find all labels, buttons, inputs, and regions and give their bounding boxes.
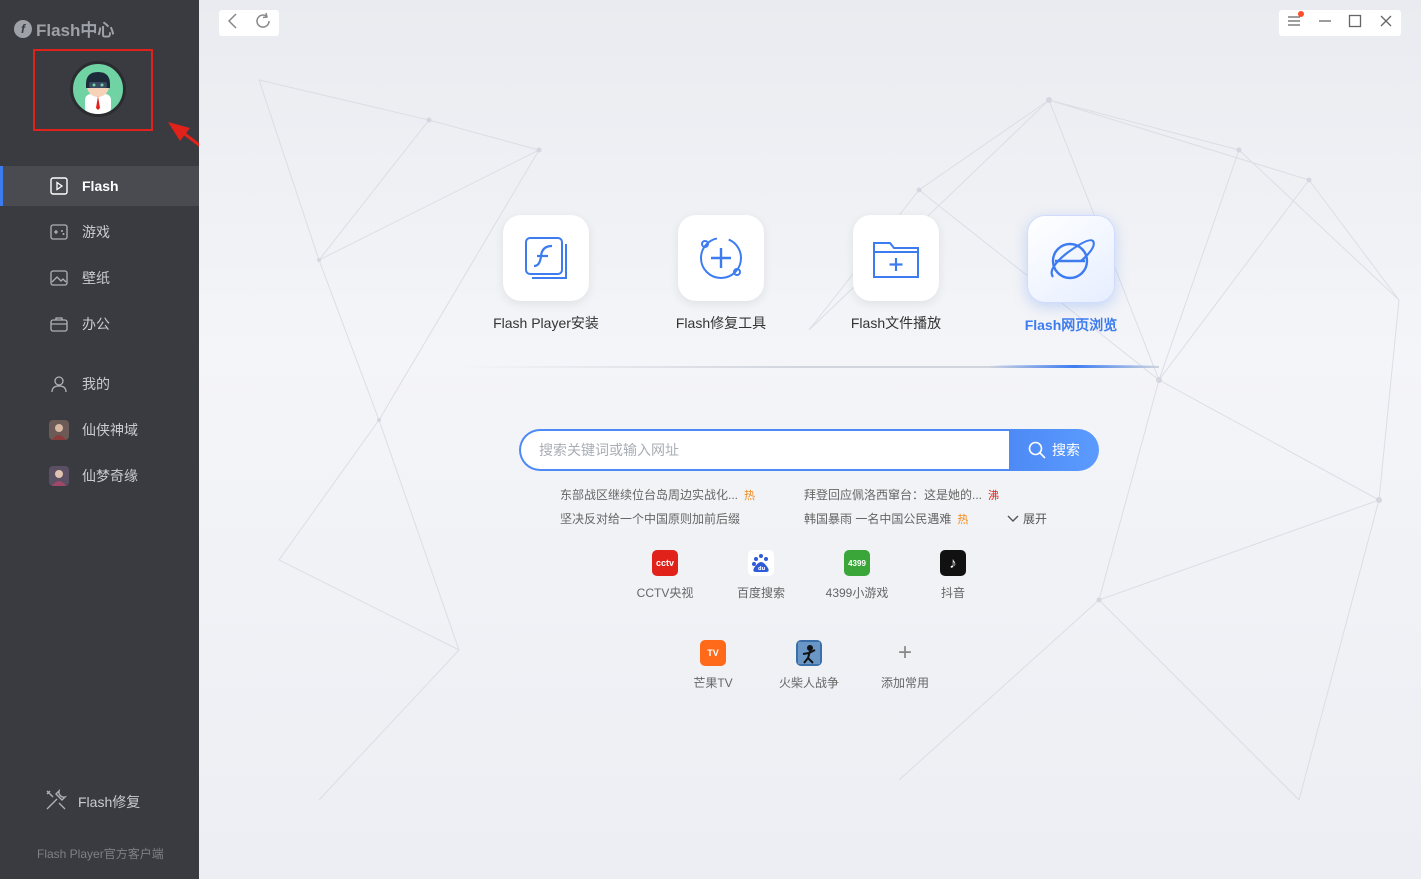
- hot-search-text: 拜登回应佩洛西窜台：这是她的...: [804, 488, 983, 502]
- sidebar-item-label: 仙侠神域: [82, 422, 138, 438]
- tool-label: Flash网页浏览: [1024, 317, 1118, 333]
- search-button-label: 搜索: [1052, 442, 1080, 458]
- sidebar-item-label: 办公: [82, 316, 110, 332]
- active-tab-indicator: [989, 365, 1159, 368]
- back-icon[interactable]: [226, 12, 240, 34]
- flash-logo-icon: f: [14, 19, 32, 38]
- chevron-down-icon: [1007, 515, 1019, 522]
- refresh-icon[interactable]: [254, 12, 272, 35]
- tool-label: Flash Player安装: [493, 315, 599, 331]
- add-favorite-button[interactable]: + 添加常用: [857, 639, 953, 691]
- footer-text: Flash Player官方客户端: [37, 847, 164, 861]
- site-cctv[interactable]: cctv CCTV央视: [617, 550, 713, 601]
- notification-dot: [1298, 11, 1305, 17]
- image-icon: [49, 269, 69, 287]
- menu-icon[interactable]: [1287, 11, 1305, 32]
- user-icon: [49, 375, 69, 393]
- avatar[interactable]: [70, 61, 126, 117]
- sidebar-item-label: 我的: [82, 376, 110, 392]
- site-mgtv[interactable]: TV 芒果TV: [665, 640, 761, 691]
- site-stickman-war[interactable]: 火柴人战争: [761, 640, 857, 691]
- flash-install-icon: [503, 215, 589, 301]
- repair-tool-icon: [678, 215, 764, 301]
- tool-flash-repair[interactable]: Flash修复工具: [651, 215, 791, 333]
- sidebar-item-wallpaper[interactable]: 壁纸: [0, 258, 199, 298]
- window-controls: [1279, 10, 1401, 36]
- maximize-icon[interactable]: [1348, 14, 1362, 33]
- svg-text:du: du: [758, 566, 766, 572]
- boil-tag-badge: 沸: [988, 490, 1000, 502]
- douyin-icon: ♪: [940, 550, 966, 576]
- tool-label: Flash修复工具: [675, 315, 767, 331]
- repair-label: Flash修复: [78, 793, 141, 810]
- hot-search-item[interactable]: 坚决反对给一个中国原则加前后缀: [560, 510, 740, 527]
- hot-search-item[interactable]: 东部战区继续位台岛周边实战化... 热: [560, 486, 755, 503]
- hot-search-item[interactable]: 拜登回应佩洛西窜台：这是她的... 沸: [804, 486, 999, 503]
- site-4399[interactable]: 4399 4399小游戏: [809, 550, 905, 601]
- site-baidu[interactable]: du 百度搜索: [713, 550, 809, 601]
- game-avatar-icon: [49, 420, 69, 440]
- sidebar-item-xianxia[interactable]: 仙侠神域: [0, 410, 199, 450]
- expand-button[interactable]: 展开: [1007, 510, 1047, 527]
- baidu-icon: du: [748, 550, 774, 576]
- sidebar-item-label: Flash: [82, 178, 119, 194]
- hot-tag-badge: 热: [957, 514, 969, 526]
- site-label: 火柴人战争: [778, 676, 839, 690]
- minimize-icon[interactable]: [1318, 14, 1332, 32]
- browser-icon: [1027, 215, 1115, 303]
- site-label: 4399小游戏: [825, 586, 889, 600]
- sidebar-item-office[interactable]: 办公: [0, 304, 199, 344]
- sidebar-item-label: 壁纸: [82, 270, 110, 286]
- play-icon: [49, 177, 69, 195]
- game-avatar-icon: [49, 466, 69, 486]
- mgtv-icon: TV: [700, 640, 726, 666]
- cctv-icon: cctv: [652, 550, 678, 576]
- tools-icon: [44, 788, 68, 815]
- briefcase-icon: [49, 315, 69, 333]
- app-logo: f Flash中心: [14, 16, 114, 41]
- tool-flash-web-browse[interactable]: Flash网页浏览: [1001, 215, 1141, 335]
- hot-search-text: 坚决反对给一个中国原则加前后缀: [560, 512, 741, 526]
- site-label: 百度搜索: [736, 586, 785, 600]
- sidebar-item-games[interactable]: 游戏: [0, 212, 199, 252]
- sidebar-item-mine[interactable]: 我的: [0, 364, 199, 404]
- tool-flash-install[interactable]: Flash Player安装: [476, 215, 616, 333]
- site-label: 芒果TV: [693, 676, 733, 690]
- plus-icon: +: [897, 639, 912, 666]
- avatar-highlight-box: [33, 49, 153, 131]
- sidebar-item-xianmeng[interactable]: 仙梦奇缘: [0, 456, 199, 496]
- tool-flash-file-play[interactable]: Flash文件播放: [826, 215, 966, 333]
- site-label: 抖音: [940, 586, 965, 600]
- flash-repair-button[interactable]: Flash修复: [44, 788, 140, 815]
- search-button[interactable]: 搜索: [1009, 429, 1099, 471]
- sidebar-item-label: 仙梦奇缘: [82, 468, 138, 484]
- hot-search-text: 东部战区继续位台岛周边实战化...: [560, 488, 739, 502]
- site-label: 添加常用: [880, 676, 929, 690]
- navigation-buttons: [219, 10, 279, 36]
- search-input[interactable]: [519, 429, 1009, 471]
- sidebar-item-label: 游戏: [82, 224, 110, 240]
- hot-search-text: 韩国暴雨 一名中国公民遇难: [804, 512, 952, 526]
- app-title: Flash中心: [36, 21, 115, 40]
- site-label: CCTV央视: [636, 586, 694, 600]
- folder-add-icon: [853, 215, 939, 301]
- stickman-game-icon: [796, 640, 822, 666]
- site-douyin[interactable]: ♪ 抖音: [905, 550, 1001, 601]
- 4399-icon: 4399: [844, 550, 870, 576]
- search-bar: 搜索: [519, 429, 1099, 471]
- search-icon: [1028, 441, 1046, 459]
- hot-tag-badge: 热: [744, 490, 756, 502]
- expand-label: 展开: [1023, 512, 1048, 526]
- gamepad-icon: [49, 223, 69, 241]
- hot-search-item[interactable]: 韩国暴雨 一名中国公民遇难热: [804, 510, 968, 527]
- tool-label: Flash文件播放: [850, 315, 942, 331]
- close-icon[interactable]: [1379, 14, 1393, 33]
- main-content: Flash Player安装 Flash修复工具 Flash文件播放 Flash…: [199, 0, 1421, 879]
